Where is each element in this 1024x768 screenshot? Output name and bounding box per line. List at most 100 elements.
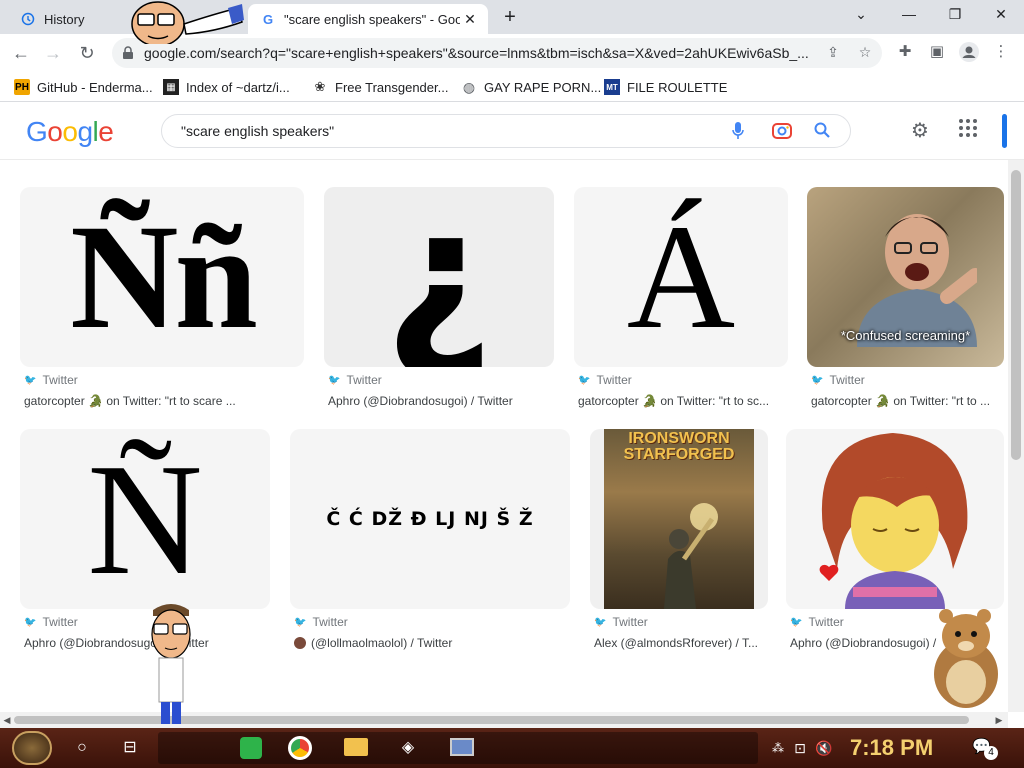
result-thumbnail[interactable]: Á	[574, 187, 788, 367]
book-title: IRONSWORN STARFORGED	[623, 430, 735, 463]
bookmark-label: FILE ROULETTE	[627, 79, 728, 95]
tab-google-search[interactable]: G "scare english speakers" - Goog ✕	[248, 4, 488, 34]
extensions-puzzle-icon[interactable]: ✚	[894, 42, 916, 64]
source-label: Twitter	[596, 373, 632, 387]
cortana-circle-icon[interactable]: ○	[70, 736, 94, 760]
restore-button[interactable]: ❐	[932, 0, 978, 30]
bookmark-label: Index of ~dartz/i...	[186, 79, 290, 95]
history-icon	[20, 11, 36, 27]
result-source[interactable]: 🐦 Twitter	[24, 615, 78, 629]
result-source[interactable]: 🐦 Twitter	[790, 615, 844, 629]
bookmark-file-roulette[interactable]: MT FILE ROULETTE	[604, 78, 727, 96]
scroll-right-arrow-icon[interactable]: ▶	[992, 712, 1006, 728]
result-glyph: Ñ	[87, 430, 203, 608]
profile-avatar-icon[interactable]	[958, 42, 980, 64]
hamster-overlay[interactable]	[922, 602, 1008, 710]
new-tab-button[interactable]: +	[498, 6, 522, 30]
bookmark-index[interactable]: ▦ Index of ~dartz/i...	[163, 78, 290, 96]
result-thumbnail[interactable]: ¿	[324, 187, 554, 367]
result-caption[interactable]: Alex (@almondsRforever) / T...	[594, 636, 774, 650]
result-glyph: ¿	[383, 187, 495, 367]
result-caption[interactable]: Aphro (@Diobrandosugoi) / Twitter	[328, 394, 568, 408]
tab-search-chevron-icon[interactable]: ⌄	[838, 0, 884, 30]
source-label: Twitter	[612, 615, 648, 629]
scroll-left-arrow-icon[interactable]: ◀	[0, 712, 14, 728]
source-label: Twitter	[42, 615, 78, 629]
bookmark-github[interactable]: PH GitHub - Enderma...	[14, 78, 153, 96]
result-thumbnail-starforged[interactable]: IRONSWORN STARFORGED	[590, 429, 768, 609]
google-apps-icon[interactable]	[958, 118, 982, 142]
share-icon[interactable]: ⇪	[824, 44, 842, 62]
search-box[interactable]: "scare english speakers"	[161, 114, 851, 148]
result-source[interactable]: 🐦 Twitter	[24, 373, 78, 387]
network-icon[interactable]: ⊡	[788, 736, 812, 760]
minimize-button[interactable]: —	[886, 0, 932, 30]
volume-muted-icon[interactable]: 🔇	[812, 736, 836, 760]
file-icon: MT	[604, 79, 620, 95]
bookmark-label: GAY RAPE PORN...	[484, 79, 602, 95]
start-button[interactable]	[12, 731, 52, 765]
url-text[interactable]: google.com/search?q="scare+english+speak…	[144, 45, 824, 61]
reload-button[interactable]: ↻	[74, 40, 100, 66]
forward-button[interactable]: →	[40, 40, 66, 66]
notification-count-badge: 4	[984, 746, 998, 760]
monitor-app-icon[interactable]	[450, 738, 474, 756]
result-thumbnail[interactable]: Ñ	[20, 429, 270, 609]
side-panel-icon[interactable]: ▣	[926, 42, 948, 64]
twitter-bird-icon: 🐦	[811, 374, 824, 386]
result-source[interactable]: 🐦 Twitter	[294, 615, 348, 629]
twitter-bird-icon: 🐦	[578, 374, 591, 386]
search-icon[interactable]	[812, 122, 832, 142]
vertical-scrollbar[interactable]	[1008, 160, 1024, 712]
result-caption[interactable]: Aphro (@Diobrandosugoi) / Twitter	[24, 636, 264, 650]
close-window-button[interactable]: ✕	[978, 0, 1024, 30]
bookmarks-bar: PH GitHub - Enderma... ▦ Index of ~dartz…	[0, 72, 1024, 102]
result-caption[interactable]: gatorcopter 🐊 on Twitter: "rt to ...	[811, 394, 1001, 408]
ph-icon: PH	[14, 79, 30, 95]
frisk-anime-image	[819, 433, 968, 609]
result-caption[interactable]: gatorcopter 🐊 on Twitter: "rt to sc...	[578, 394, 784, 408]
hank-hill-standing-overlay[interactable]	[145, 600, 197, 726]
result-glyph: Á	[626, 194, 736, 360]
result-source[interactable]: 🐦 Twitter	[811, 373, 865, 387]
bookmark-globe[interactable]: ◍ GAY RAPE PORN...	[461, 78, 601, 96]
source-label: Twitter	[312, 615, 348, 629]
result-source[interactable]: 🐦 Twitter	[594, 615, 648, 629]
caption-text: (@lollmaolmaolol) / Twitter	[311, 636, 453, 650]
result-source[interactable]: 🐦 Twitter	[328, 373, 382, 387]
google-logo[interactable]: Google	[26, 116, 114, 148]
system-clock[interactable]: 7:18 PM	[850, 735, 933, 761]
hank-hill-head-overlay[interactable]	[118, 0, 246, 44]
result-glyph: Č Ć DŽ Đ LJ NJ Š Ž	[326, 507, 534, 530]
bookmark-star-icon[interactable]: ☆	[856, 44, 874, 62]
chrome-icon[interactable]	[288, 736, 312, 760]
result-thumbnail-frisk[interactable]	[786, 429, 1004, 609]
screaming-man-image	[857, 214, 977, 347]
result-caption[interactable]: gatorcopter 🐊 on Twitter: "rt to scare .…	[24, 394, 284, 408]
sign-in-button-edge[interactable]	[1002, 114, 1007, 148]
unity-icon[interactable]: ◈	[396, 736, 420, 760]
source-label: Twitter	[42, 373, 78, 387]
source-label: Twitter	[346, 373, 382, 387]
result-thumbnail[interactable]: Č Ć DŽ Đ LJ NJ Š Ž	[290, 429, 570, 609]
search-query[interactable]: "scare english speakers"	[181, 123, 334, 139]
back-button[interactable]: ←	[8, 40, 34, 66]
task-view-icon[interactable]: ⊟	[118, 736, 142, 760]
tray-overflow-icon[interactable]: ⁂	[766, 736, 790, 760]
result-source[interactable]: 🐦 Twitter	[578, 373, 632, 387]
result-thumbnail-screaming-man[interactable]: *Confused screaming*	[807, 187, 1004, 367]
lens-camera-icon[interactable]	[772, 122, 792, 142]
scrollbar-thumb[interactable]	[1011, 170, 1021, 460]
bookmark-free[interactable]: ❀ Free Transgender...	[312, 78, 449, 96]
settings-gear-icon[interactable]: ⚙	[908, 118, 932, 142]
microphone-icon[interactable]	[728, 122, 748, 142]
result-caption[interactable]: (@lollmaolmaolol) / Twitter	[294, 636, 554, 650]
result-thumbnail[interactable]: Ññ	[20, 187, 304, 367]
notes-app-icon[interactable]	[240, 737, 262, 759]
close-tab-icon[interactable]: ✕	[460, 11, 480, 28]
kebab-menu-icon[interactable]: ⋮	[990, 42, 1012, 64]
file-explorer-icon[interactable]	[344, 738, 368, 756]
google-header: Google "scare english speakers"	[0, 102, 1024, 160]
bookmark-label: GitHub - Enderma...	[37, 79, 153, 95]
index-icon: ▦	[163, 79, 179, 95]
